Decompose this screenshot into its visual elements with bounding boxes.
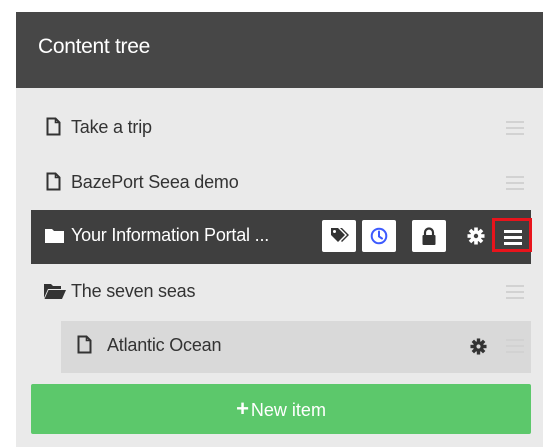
folder-icon	[45, 228, 64, 248]
tags-button[interactable]	[322, 220, 356, 252]
schedule-button[interactable]	[362, 220, 396, 252]
new-item-button[interactable]: + New item	[31, 384, 531, 434]
content-tree-header: Content tree	[16, 12, 543, 88]
file-icon	[77, 335, 92, 359]
drag-handle-icon[interactable]	[506, 285, 524, 300]
tree-item-your-information-portal[interactable]: Your Information Portal ...	[31, 210, 532, 264]
content-tree-panel: Content tree Take a trip BazePort Seea d…	[16, 12, 543, 447]
file-icon	[46, 172, 61, 196]
folder-open-icon	[44, 284, 66, 304]
new-item-label: New item	[250, 400, 326, 420]
tree-item-label: Atlantic Ocean	[107, 335, 222, 355]
drag-handle-icon[interactable]	[506, 121, 524, 136]
lock-icon	[422, 227, 436, 245]
tree-item-bazeport-seea-demo[interactable]: BazePort Seea demo	[31, 158, 531, 210]
drag-handle-icon[interactable]	[506, 176, 524, 191]
tags-icon	[331, 228, 349, 242]
tree-item-atlantic-ocean[interactable]: Atlantic Ocean	[61, 321, 531, 373]
menu-icon	[504, 230, 522, 248]
drag-handle-icon[interactable]	[506, 339, 524, 354]
gear-icon[interactable]	[467, 227, 485, 250]
gear-icon[interactable]	[470, 338, 487, 360]
clock-icon	[370, 227, 388, 245]
tree-item-label: The seven seas	[71, 281, 196, 301]
tree-item-label: Your Information Portal ...	[71, 225, 270, 245]
plus-icon: +	[236, 396, 249, 421]
tree-item-label: Take a trip	[71, 117, 152, 137]
tree-item-the-seven-seas[interactable]: The seven seas	[31, 267, 531, 319]
file-icon	[46, 117, 61, 141]
panel-title: Content tree	[38, 35, 150, 58]
lock-button[interactable]	[412, 220, 446, 252]
menu-button[interactable]	[492, 218, 532, 252]
tree-item-label: BazePort Seea demo	[71, 172, 239, 192]
tree-item-take-a-trip[interactable]: Take a trip	[31, 103, 531, 155]
